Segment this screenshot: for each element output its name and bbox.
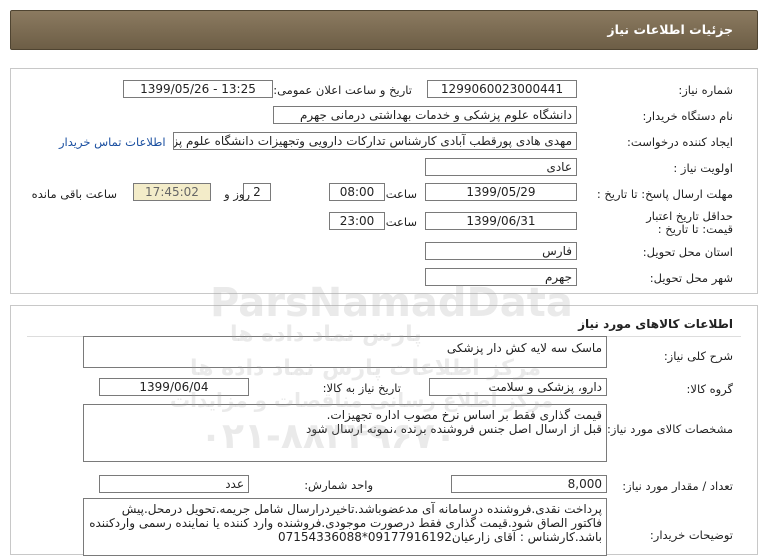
days-label: روز و [224,187,250,201]
notes-field: پرداخت نقدی.فروشنده درسامانه آی مدعضوباش… [83,498,607,556]
need-info-panel: شماره نیاز: 1299060023000441 تاریخ و ساع… [10,68,758,294]
unit-field: عدد [99,475,249,493]
province-label: استان محل تحویل: [642,245,733,259]
validity-label-line1: حداقل تاریخ اعتبار [646,209,733,223]
province-field: فارس [425,242,577,260]
buyer-org-field: دانشگاه علوم پزشکی و خدمات بهداشتی درمان… [273,106,577,124]
summary-label: شرح کلی نیاز: [663,349,733,363]
city-field: جهرم [425,268,577,286]
validity-time-label: ساعت [385,215,417,229]
qty-label: تعداد / مقدار مورد نیاز: [622,479,733,493]
deadline-label: مهلت ارسال پاسخ: تا تاریخ : [596,187,733,201]
priority-field: عادی [425,158,577,176]
qty-field: 8,000 [451,475,607,493]
requester-label: ایجاد کننده درخواست: [627,135,733,149]
need-number-label: شماره نیاز: [678,83,733,97]
validity-date-field: 1399/06/31 [425,212,577,230]
goods-panel: اطلاعات کالاهای مورد نیاز شرح کلی نیاز: … [10,305,758,556]
summary-field: ماسک سه لایه کش دار پزشکی [83,336,607,368]
page-header: جزئیات اطلاعات نیاز [10,10,758,50]
announce-label: تاریخ و ساعت اعلان عمومی: [273,83,412,97]
need-date-label: تاریخ نیاز به کالا: [322,381,401,395]
remaining-time-field: 17:45:02 [133,183,211,201]
remaining-label: ساعت باقی مانده [31,187,117,201]
contact-buyer-link[interactable]: اطلاعات تماس خریدار [59,135,166,149]
notes-label: توضیحات خریدار: [649,528,733,542]
group-field: دارو، پزشکی و سلامت [429,378,607,396]
announce-field: 1399/05/26 - 13:25 [123,80,273,98]
requester-field: مهدی هادی پورقطب آبادی کارشناس تدارکات د… [173,132,577,150]
validity-label-line2: قیمت: تا تاریخ : [657,222,733,236]
deadline-date-field: 1399/05/29 [425,183,577,201]
priority-label: اولویت نیاز : [673,161,733,175]
need-number-field: 1299060023000441 [427,80,577,98]
page-title: جزئیات اطلاعات نیاز [607,22,733,37]
unit-label: واحد شمارش: [304,478,373,492]
validity-time-field: 23:00 [329,212,385,230]
city-label: شهر محل تحویل: [649,271,733,285]
goods-section-title: اطلاعات کالاهای مورد نیاز [578,317,733,331]
group-label: گروه کالا: [686,382,733,396]
buyer-org-label: نام دستگاه خریدار: [642,109,733,123]
need-date-field: 1399/06/04 [99,378,249,396]
deadline-time-field: 08:00 [329,183,385,201]
deadline-time-label: ساعت [385,187,417,201]
specs-field: قیمت گذاری فقط بر اساس نرخ مصوب اداره تج… [83,404,607,462]
specs-label: مشخصات کالای مورد نیاز: [606,422,733,436]
